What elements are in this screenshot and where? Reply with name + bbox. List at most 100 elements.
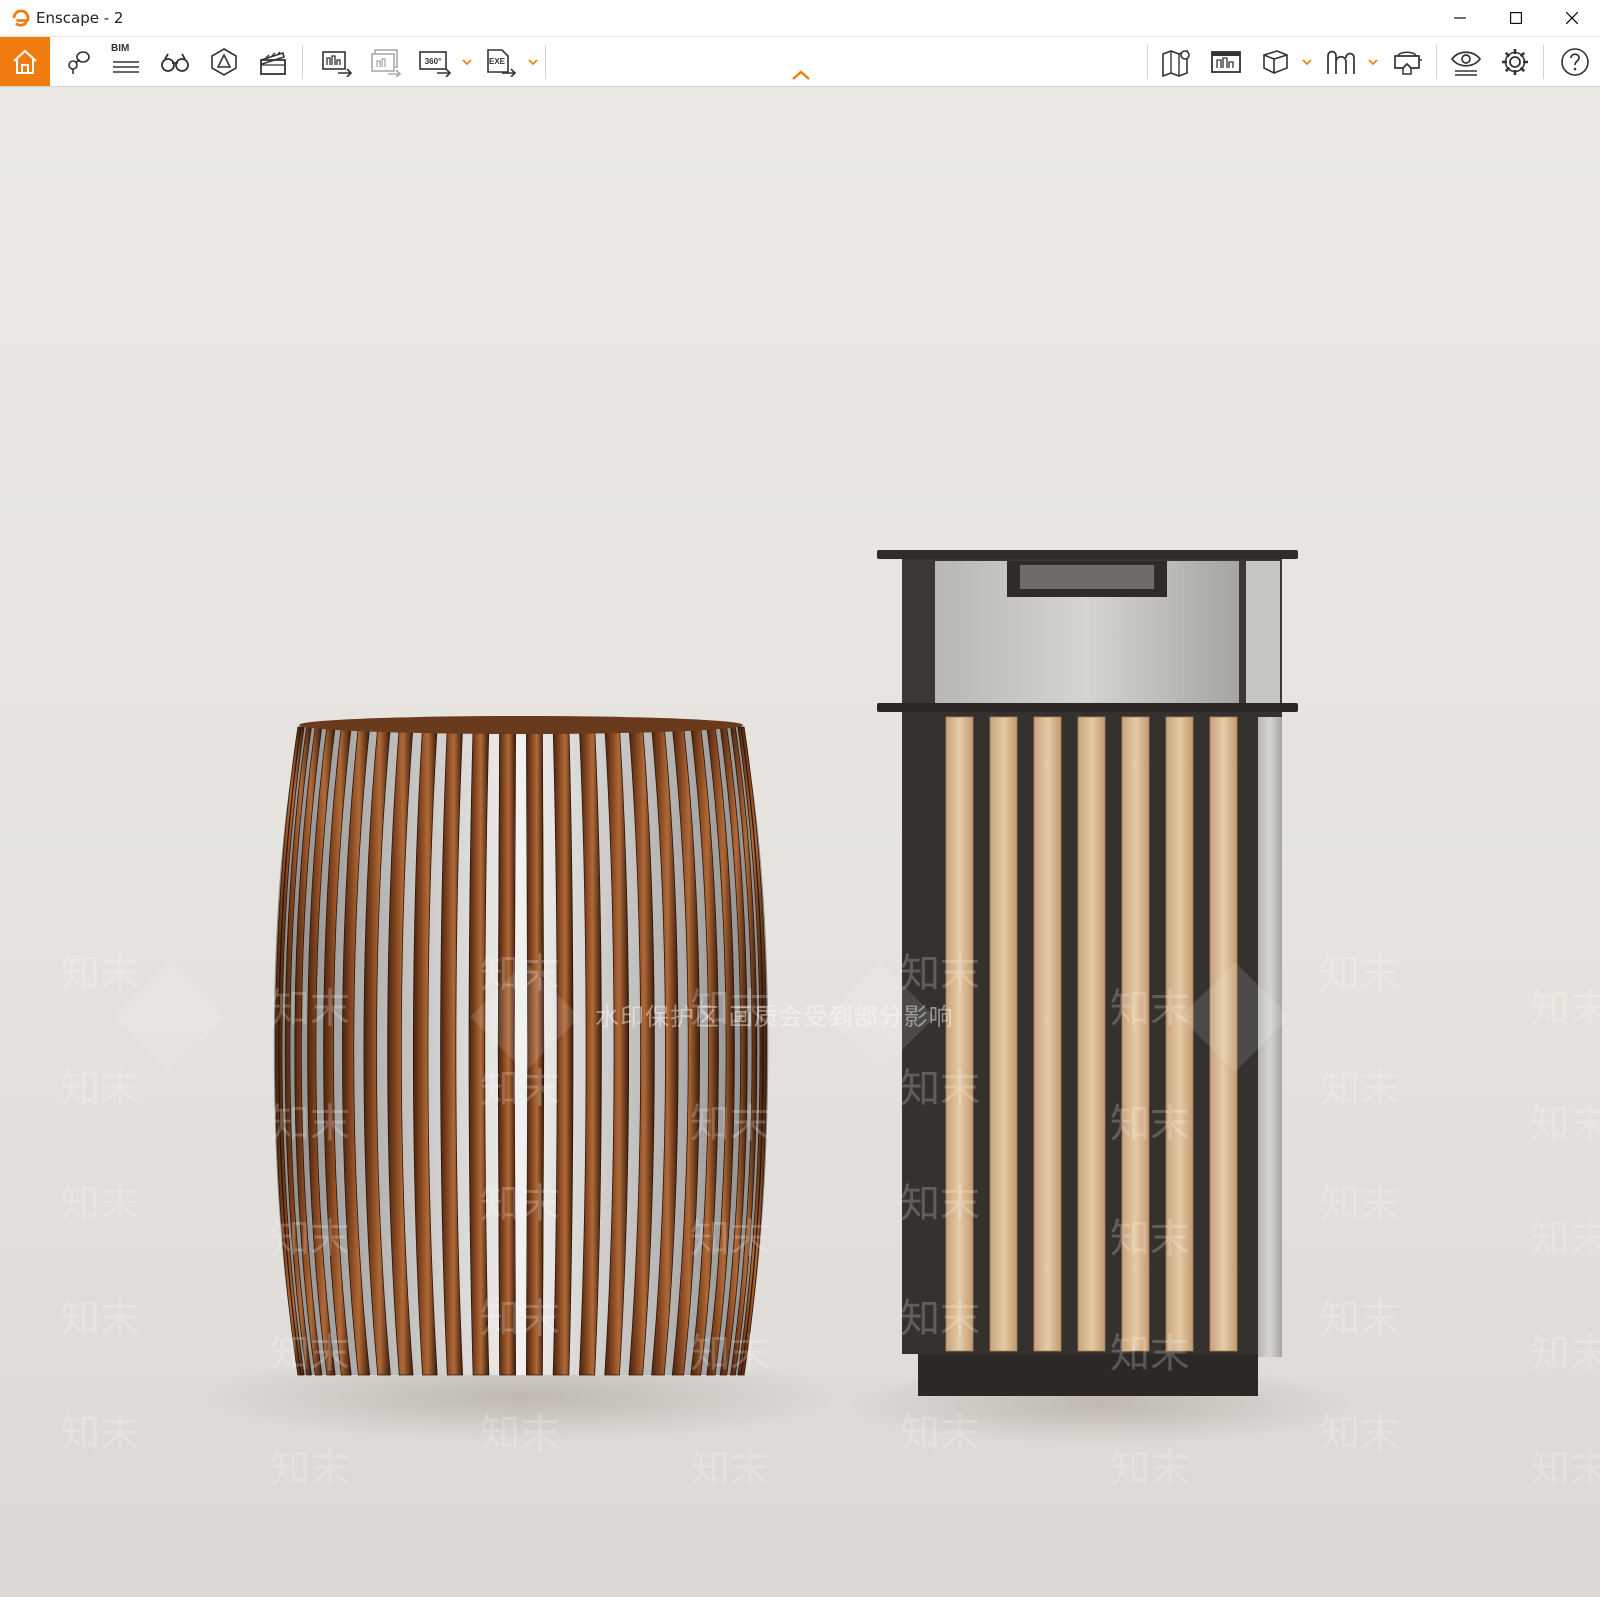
chevron-down-icon bbox=[1302, 58, 1312, 65]
chevron-down-icon bbox=[1368, 58, 1378, 65]
cube-button[interactable] bbox=[1250, 37, 1300, 86]
watermark-tile: 知末 bbox=[1530, 1331, 1600, 1377]
watermark-tile: 知末 bbox=[270, 1331, 350, 1377]
exe-export-icon: EXE bbox=[487, 48, 517, 77]
toolbar-separator bbox=[545, 45, 546, 79]
batch-render-button[interactable] bbox=[361, 37, 411, 86]
visual-settings-icon bbox=[1450, 50, 1482, 76]
help-icon bbox=[1561, 47, 1589, 76]
watermark-tile: 知末 bbox=[900, 1181, 980, 1227]
toolbar-separator bbox=[302, 45, 303, 79]
panorama-label: 360° bbox=[425, 57, 442, 66]
chevron-down-icon bbox=[462, 58, 472, 65]
help-button[interactable] bbox=[1550, 37, 1600, 86]
asset-library-button[interactable] bbox=[199, 37, 249, 86]
watermark-tile: 知末 bbox=[60, 1296, 140, 1342]
toolbar-separator bbox=[1543, 45, 1544, 79]
settings-gear-icon bbox=[1502, 48, 1528, 75]
collapse-toolbar-button[interactable] bbox=[788, 65, 814, 85]
watermark-tile: 知末 bbox=[480, 1411, 560, 1457]
window-title: Enscape - 2 bbox=[36, 9, 124, 27]
home-button[interactable] bbox=[0, 37, 50, 86]
minimize-button[interactable] bbox=[1432, 0, 1488, 36]
watermark-tile: 知末 bbox=[1530, 1216, 1600, 1262]
home-icon bbox=[13, 49, 37, 74]
watermark-tile: 知末 bbox=[690, 1331, 770, 1377]
watermark-tile: 知末 bbox=[1110, 1331, 1190, 1377]
video-editor-icon bbox=[260, 51, 286, 75]
wood-slat bbox=[1033, 716, 1062, 1352]
watermark-tile: 知末 bbox=[690, 1216, 770, 1262]
panorama-export-icon: 360° bbox=[419, 50, 452, 77]
watermark-tile: 知末 bbox=[900, 1066, 980, 1112]
bim-label: BIM bbox=[111, 43, 130, 54]
close-icon bbox=[1566, 12, 1578, 24]
map-button[interactable] bbox=[1152, 37, 1202, 86]
cube-dropdown-caret[interactable] bbox=[1300, 37, 1314, 86]
enscape-window: Enscape - 2 BIM 360° EXE 知末 知末 知末 知末 知末 … bbox=[0, 0, 1600, 1597]
watermark-tile: 知末 bbox=[1320, 1296, 1400, 1342]
scene-render: 知末知末 知末知末知末知末知末知末知末知末知末知末知末知末知末知末知末知末知末知末… bbox=[60, 550, 1600, 1492]
render-viewport[interactable]: 知末 知末 知末 知末 知末 知末 知末 知末 知末 知末 知末 知末 知末 知末 知末 知末 知末 知末 知末 知末… bbox=[0, 87, 1600, 1597]
watermark-tile: 知末 bbox=[1320, 951, 1400, 997]
watermark-tile: 知末 bbox=[270, 1216, 350, 1262]
minimize-icon bbox=[1454, 17, 1466, 19]
vr-headset-button[interactable] bbox=[1382, 37, 1432, 86]
web-dropdown-caret[interactable] bbox=[1366, 37, 1380, 86]
wood-slat bbox=[989, 716, 1018, 1352]
watermark-tile: 知末 bbox=[1110, 986, 1190, 1032]
web-standalone-button[interactable] bbox=[1316, 37, 1366, 86]
chevron-down-icon bbox=[528, 58, 538, 65]
watermark-tile: 知末 bbox=[60, 1181, 140, 1227]
cube-icon bbox=[1263, 49, 1288, 74]
title-bar: Enscape - 2 bbox=[0, 0, 1600, 36]
maximize-icon bbox=[1510, 12, 1522, 24]
watermark-tile: 知末 bbox=[1110, 1101, 1190, 1147]
binoculars-button[interactable] bbox=[150, 37, 200, 86]
watermark-tile: 知末 bbox=[480, 1181, 560, 1227]
wood-slat bbox=[945, 716, 974, 1352]
panorama-dropdown-caret[interactable] bbox=[460, 37, 474, 86]
watermark-tile: 知末 bbox=[1320, 1411, 1400, 1457]
watermark-text: 水印保护区 画质会受到部分影响 bbox=[595, 1003, 954, 1031]
enscape-logo-icon bbox=[10, 7, 32, 29]
visual-settings-button[interactable] bbox=[1441, 37, 1491, 86]
vr-headset-icon bbox=[1394, 50, 1422, 75]
watermark-tile: 知末 bbox=[270, 986, 350, 1032]
watermark-tile: 知末 bbox=[1320, 1066, 1400, 1112]
watermark-tile: 知末 bbox=[900, 1296, 980, 1342]
maximize-button[interactable] bbox=[1488, 0, 1544, 36]
panorama-export-button[interactable]: 360° bbox=[410, 37, 460, 86]
watermark-tile: 知末 bbox=[1110, 1446, 1190, 1492]
exe-export-button[interactable]: EXE bbox=[476, 37, 526, 86]
exe-dropdown-caret[interactable] bbox=[526, 37, 540, 86]
material-editor-icon bbox=[1211, 50, 1241, 73]
render-image-button[interactable] bbox=[312, 37, 362, 86]
watermark-tile: 知末 bbox=[1530, 986, 1600, 1032]
material-editor-button[interactable] bbox=[1201, 37, 1251, 86]
render-image-icon bbox=[322, 50, 353, 77]
watermark-tile: 知末 bbox=[690, 1446, 770, 1492]
wood-slat bbox=[1077, 716, 1106, 1352]
watermark-tile: 知末 bbox=[270, 1101, 350, 1147]
video-editor-button[interactable] bbox=[248, 37, 298, 86]
watermark-tile: 知末 bbox=[270, 1446, 350, 1492]
bim-button[interactable]: BIM bbox=[101, 37, 151, 86]
watermark-tile: 知末 bbox=[60, 1411, 140, 1457]
watermark-tile: 知末 bbox=[480, 1066, 560, 1112]
watermark-tile: 知末 bbox=[900, 1411, 980, 1457]
map-icon bbox=[1162, 49, 1190, 77]
views-button[interactable] bbox=[52, 37, 102, 86]
toolbar-separator bbox=[1147, 45, 1148, 79]
close-button[interactable] bbox=[1544, 0, 1600, 36]
watermark-tile: 知末 bbox=[690, 1101, 770, 1147]
toolbar: BIM 360° EXE bbox=[0, 36, 1600, 87]
toolbar-separator bbox=[1436, 45, 1437, 79]
watermark-tile: 知末 bbox=[60, 1066, 140, 1112]
window-controls bbox=[1432, 0, 1600, 36]
settings-button[interactable] bbox=[1490, 37, 1540, 86]
chevron-up-icon bbox=[792, 70, 810, 80]
watermark-tile: 知末 bbox=[1530, 1446, 1600, 1492]
web-standalone-icon bbox=[1327, 50, 1355, 74]
watermark-tile: 知末 bbox=[1320, 1181, 1400, 1227]
